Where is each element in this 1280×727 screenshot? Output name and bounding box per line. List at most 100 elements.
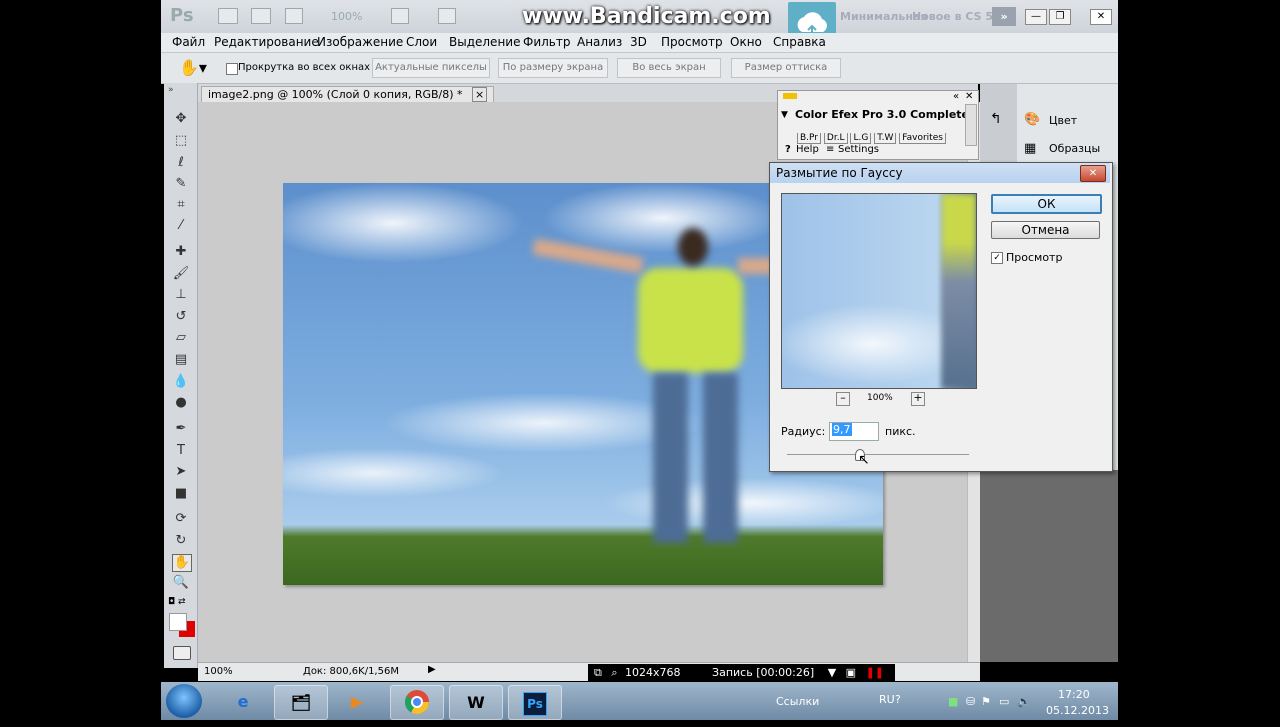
foreground-color-swatch[interactable] [169, 613, 187, 631]
hand-tool-icon[interactable]: ✋ [172, 554, 192, 572]
menu-select[interactable]: Выделение [449, 35, 520, 49]
fit-screen-button[interactable]: По размеру экрана [498, 58, 608, 78]
crop-tool-icon[interactable]: ⌗ [172, 197, 190, 213]
menu-analysis[interactable]: Анализ [577, 35, 622, 49]
tray-help-icon[interactable]: ? [895, 693, 901, 706]
menu-3d[interactable]: 3D [630, 35, 647, 49]
document-tab[interactable]: image2.png @ 100% (Слой 0 копия, RGB/8) … [201, 86, 495, 103]
camera-icon[interactable]: ▣ [846, 666, 856, 679]
links-toolbar[interactable]: Ссылки [776, 695, 819, 708]
world-of-tanks-icon[interactable]: W [449, 685, 503, 720]
more-workspaces-icon[interactable]: » [992, 7, 1016, 26]
explorer-icon[interactable]: 🗂 [274, 685, 328, 720]
type-tool-icon[interactable]: T [172, 443, 190, 459]
blur-tool-icon[interactable]: 💧 [172, 374, 190, 390]
menu-filter[interactable]: Фильтр [523, 35, 570, 49]
zoom-out-button[interactable]: – [836, 392, 850, 406]
efex-help-link[interactable]: Help [796, 144, 819, 155]
efex-tab[interactable]: B.Pr [797, 133, 822, 144]
zoom-tool-icon[interactable]: 🔍 [172, 575, 190, 591]
efex-collapse-icon[interactable]: « [953, 91, 959, 102]
clock-date[interactable]: 05.12.2013 [1046, 704, 1109, 717]
actual-pixels-button[interactable]: Актуальные пикселы [372, 58, 490, 78]
menu-file[interactable]: Файл [172, 35, 205, 49]
3d-rotate-tool-icon[interactable]: ⟳ [172, 511, 190, 527]
eyedropper-tool-icon[interactable]: ⁄ [172, 218, 190, 234]
search-icon[interactable]: ⌕ [611, 666, 617, 679]
efex-close-icon[interactable]: ✕ [965, 91, 973, 102]
arrange-documents-icon[interactable] [391, 8, 409, 24]
marquee-tool-icon[interactable]: ⬚ [172, 133, 190, 149]
view-extras-icon[interactable] [285, 8, 303, 24]
tray-network-icon[interactable]: ⛁ [966, 695, 975, 708]
efex-tab[interactable]: T.W [874, 133, 897, 144]
ok-button[interactable]: ОК [991, 194, 1102, 214]
efex-tab[interactable]: Favorites [899, 133, 946, 144]
settings-icon[interactable]: ≡ [826, 144, 834, 155]
language-indicator[interactable]: RU [879, 693, 895, 706]
radius-input[interactable]: 9,7 [829, 422, 879, 441]
pen-tool-icon[interactable]: ✒ [172, 421, 190, 437]
healing-brush-tool-icon[interactable]: ✚ [172, 244, 190, 260]
collapse-tools-icon[interactable]: » [168, 85, 174, 95]
start-button[interactable] [166, 684, 202, 718]
path-selection-tool-icon[interactable]: ➤ [172, 464, 190, 480]
efex-settings-link[interactable]: Settings [838, 144, 879, 155]
tray-app-icon[interactable]: ■ [948, 695, 958, 708]
minimize-button[interactable]: — [1025, 9, 1047, 25]
workspace-new-in-cs5[interactable]: Новое в CS 5 [912, 10, 993, 23]
close-tab-icon[interactable]: × [472, 87, 488, 102]
scroll-all-windows-checkbox[interactable] [226, 63, 238, 75]
zoom-level-dropdown[interactable]: 100% [331, 10, 362, 23]
brush-tool-icon[interactable]: 🖌 [172, 266, 190, 282]
radius-slider-track[interactable] [787, 454, 969, 455]
dodge-tool-icon[interactable]: ● [172, 395, 190, 411]
history-panel-icon[interactable]: ↰ [990, 111, 1002, 127]
media-player-icon[interactable]: ▶ [332, 685, 382, 718]
dialog-close-button[interactable]: ✕ [1080, 165, 1106, 182]
status-zoom[interactable]: 100% [204, 666, 233, 677]
clone-stamp-tool-icon[interactable]: ⊥ [172, 287, 190, 303]
menu-help[interactable]: Справка [773, 35, 826, 49]
help-icon[interactable]: ? [785, 144, 791, 155]
recording-dropdown-icon[interactable]: ▼ [828, 666, 836, 679]
efex-grip-icon[interactable] [783, 93, 797, 99]
hand-tool-preset-icon[interactable]: ✋▾ [179, 58, 207, 77]
panel-color-label[interactable]: Цвет [1049, 114, 1077, 127]
pause-icon[interactable]: ❚❚ [866, 666, 884, 679]
tray-flag-icon[interactable]: ⚑ [981, 695, 991, 708]
cancel-button[interactable]: Отмена [991, 221, 1100, 239]
efex-scrollbar[interactable] [965, 104, 977, 146]
tray-monitor-icon[interactable]: ▭ [999, 695, 1009, 708]
tray-volume-icon[interactable]: 🔈 [1017, 695, 1031, 708]
chrome-icon[interactable] [390, 685, 444, 720]
menu-view[interactable]: Просмотр [661, 35, 723, 49]
quick-mask-icon[interactable] [173, 646, 191, 660]
window-mode-icon[interactable]: ⧉ [594, 666, 602, 679]
move-tool-icon[interactable]: ✥ [172, 111, 190, 127]
screen-mode-icon[interactable] [438, 8, 456, 24]
close-window-button[interactable]: ✕ [1090, 9, 1112, 25]
palette-icon[interactable]: 🎨 [1024, 112, 1040, 127]
3d-orbit-tool-icon[interactable]: ↻ [172, 533, 190, 549]
gradient-tool-icon[interactable]: ▤ [172, 352, 190, 368]
swatches-icon[interactable]: ▦ [1024, 141, 1036, 156]
photoshop-icon[interactable]: Ps [508, 685, 562, 720]
clock-time[interactable]: 17:20 [1058, 688, 1090, 701]
efex-expand-icon[interactable]: ▼ [781, 110, 788, 120]
quick-selection-tool-icon[interactable]: ✎ [172, 176, 190, 192]
mini-bridge-icon[interactable] [251, 8, 271, 24]
fill-screen-button[interactable]: Во весь экран [617, 58, 721, 78]
zoom-in-button[interactable]: + [911, 392, 925, 406]
default-colors-icon[interactable]: ◘ ⇄ [168, 597, 186, 607]
panel-swatches-label[interactable]: Образцы [1049, 142, 1100, 155]
menu-edit[interactable]: Редактирование [214, 35, 319, 49]
lasso-tool-icon[interactable]: ℓ [172, 155, 190, 171]
eraser-tool-icon[interactable]: ▱ [172, 330, 190, 346]
efex-tab[interactable]: L.G [850, 133, 872, 144]
menu-window[interactable]: Окно [730, 35, 762, 49]
restore-button[interactable]: ❐ [1049, 9, 1071, 25]
history-brush-tool-icon[interactable]: ↺ [172, 309, 190, 325]
menu-image[interactable]: Изображение [317, 35, 403, 49]
preview-checkbox[interactable]: ✓ [991, 252, 1003, 264]
